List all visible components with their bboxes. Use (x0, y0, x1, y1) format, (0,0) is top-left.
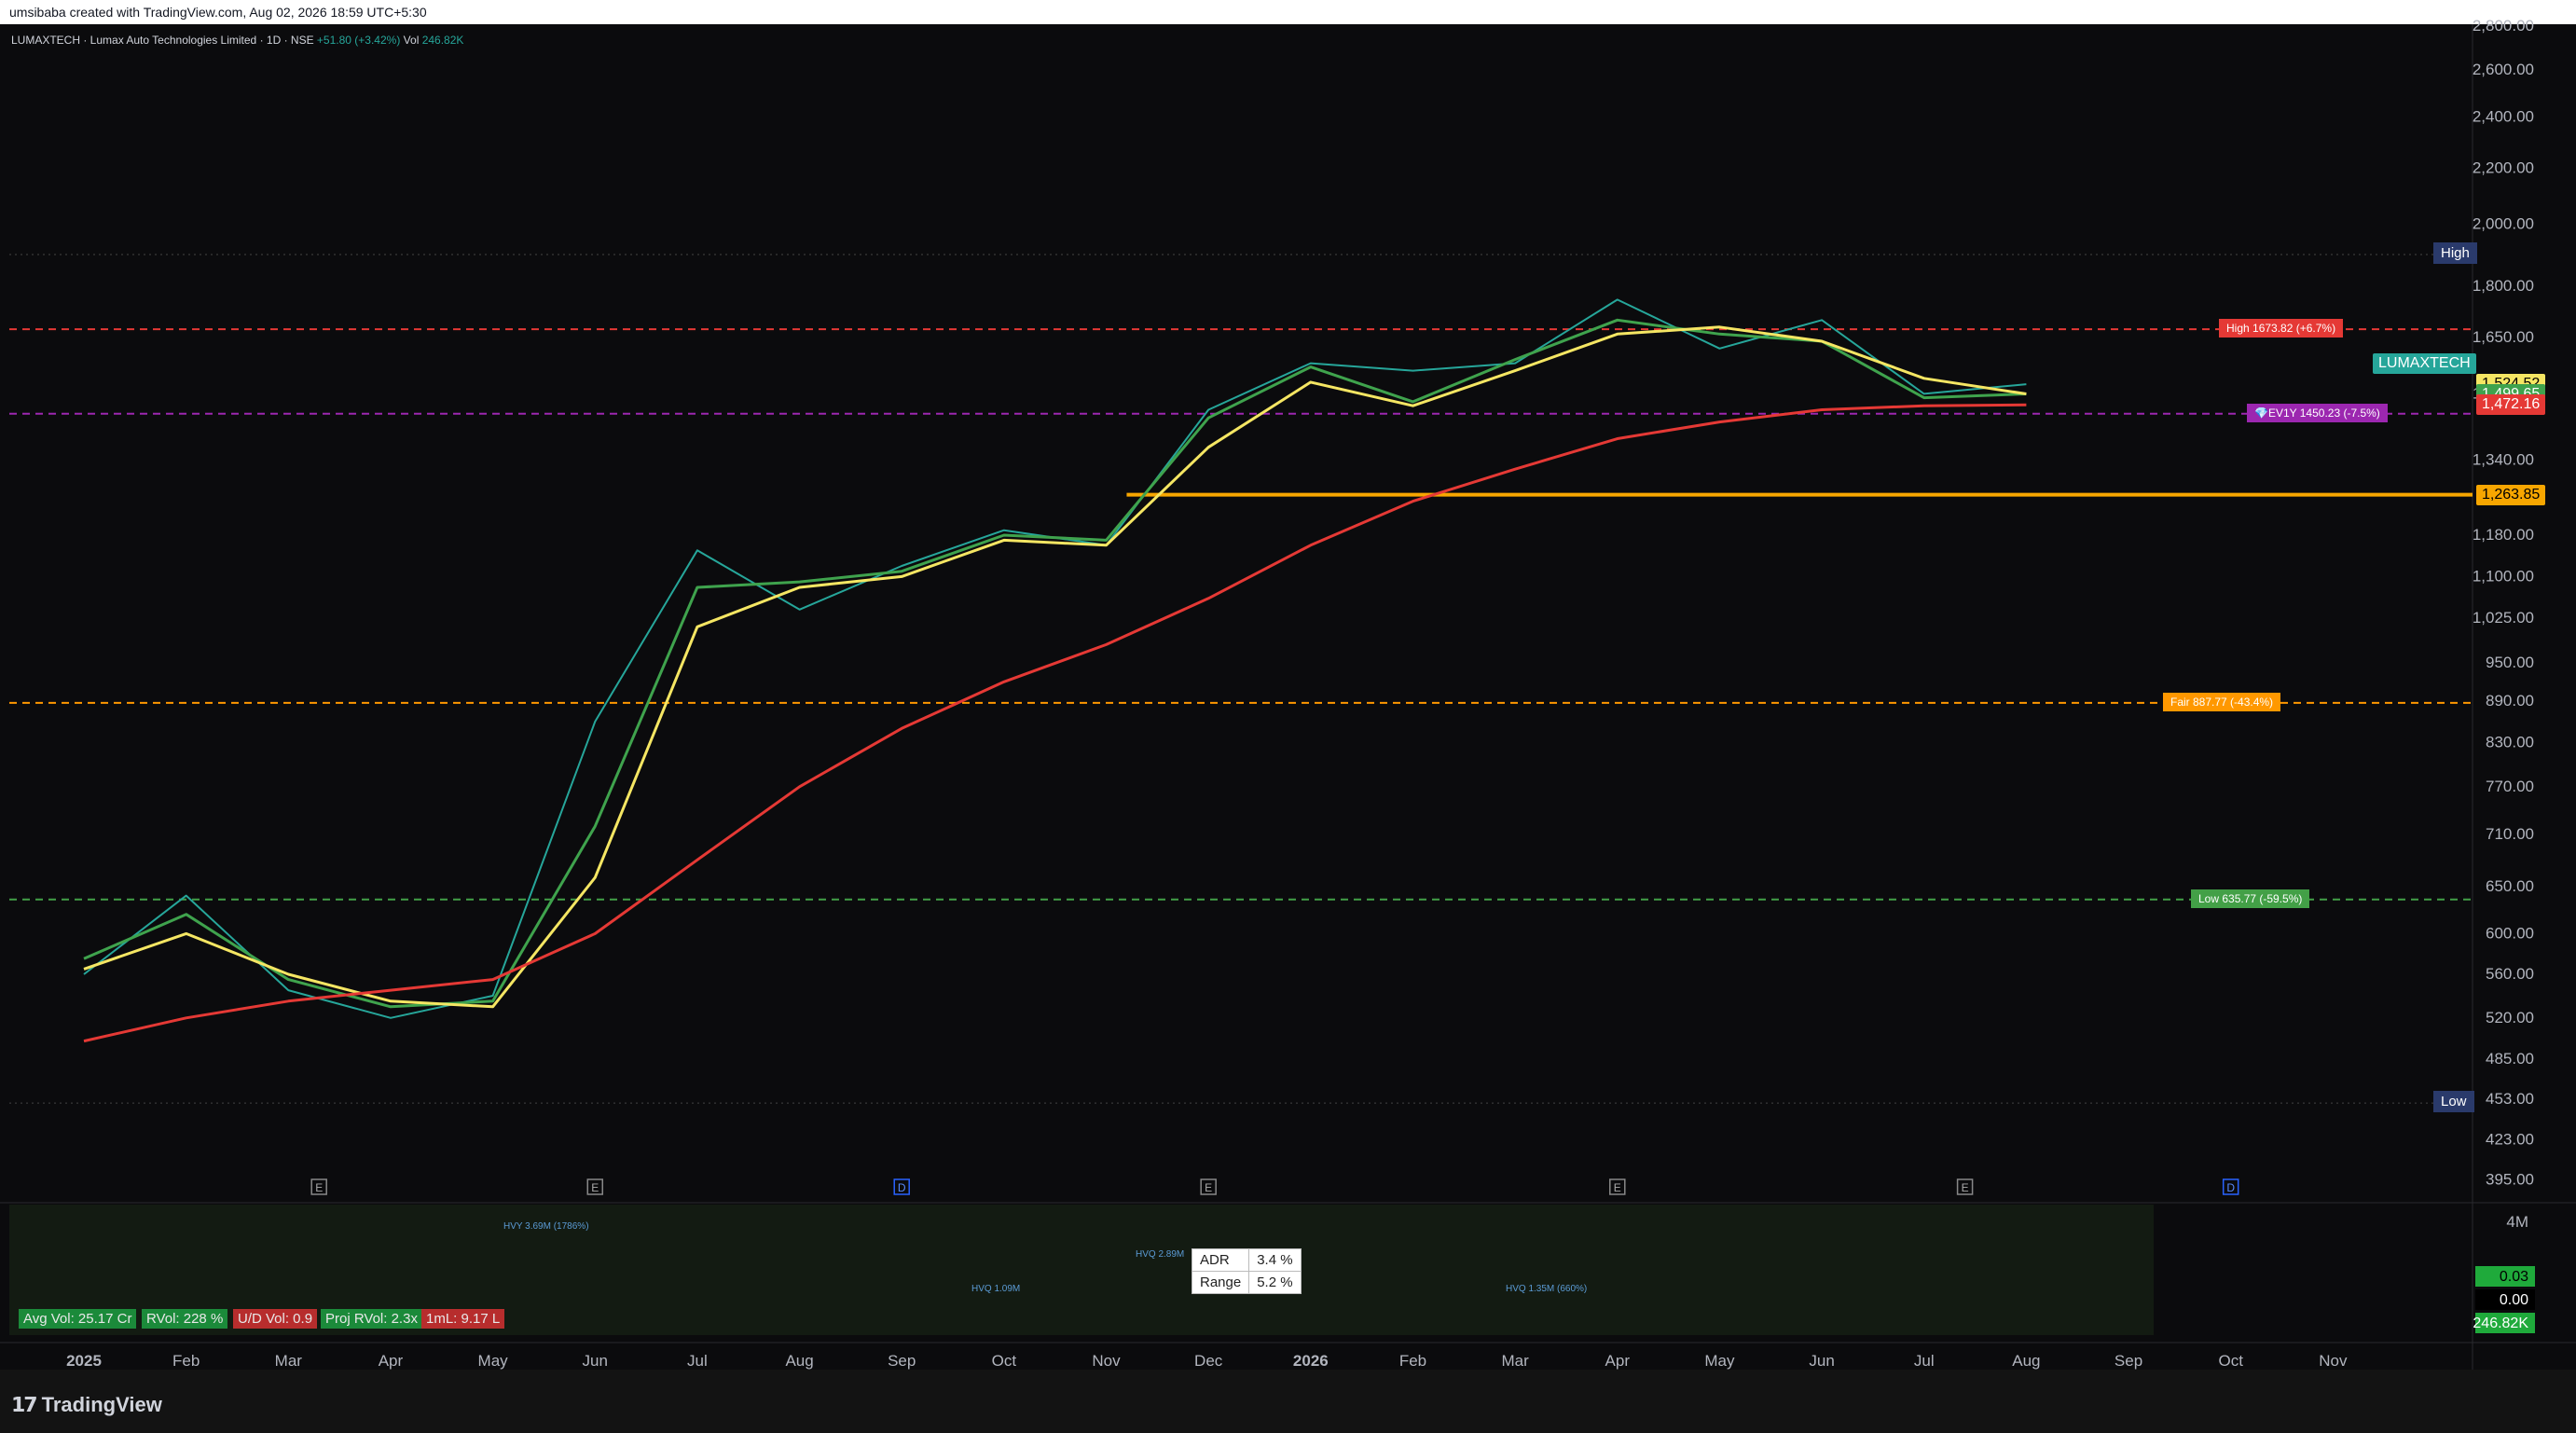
footer-bar (0, 1370, 2576, 1433)
series-slow-ma-line (83, 403, 2027, 1043)
x-tick-label: 2025 (66, 1352, 102, 1370)
earnings-marker-label: E (1614, 1181, 1621, 1194)
y-tick-label: 1,340.00 (2473, 451, 2534, 469)
hvy-label: HVY 3.69M (1786%) (503, 1221, 589, 1232)
price-tag: 1,263.85 (2476, 484, 2546, 505)
y-tick-label: 2,800.00 (2473, 17, 2534, 34)
adr-value: 3.4 % (1248, 1248, 1302, 1272)
y-tick-label: 1,800.00 (2473, 277, 2534, 295)
earnings-marker-label: E (315, 1181, 323, 1194)
adr-table: ADR 3.4 % Range 5.2 % (1191, 1248, 1302, 1294)
earnings-marker-label: D (2226, 1181, 2235, 1194)
x-tick-label: Nov (1092, 1352, 1121, 1370)
x-tick-label: Dec (1194, 1352, 1223, 1370)
earnings-marker-label: E (1962, 1181, 1969, 1194)
x-tick-label: Jul (1914, 1352, 1935, 1370)
y-tick-label: 2,400.00 (2473, 107, 2534, 125)
earnings-marker-label: E (591, 1181, 599, 1194)
y-tick-label: 600.00 (2486, 924, 2534, 942)
x-tick-label: May (478, 1352, 509, 1370)
brand-name: TradingView (41, 1393, 162, 1416)
high-52w-flag: High 1673.82 (+6.7%) (2219, 319, 2344, 338)
y-tick-label: 2,000.00 (2473, 215, 2534, 233)
y-tick-label: 830.00 (2486, 733, 2534, 751)
price-chart[interactable]: 2,800.00 2,600.00 2,400.00 2,200.00 2,000.00… (0, 0, 2576, 1433)
volume-value: 246.82K (421, 34, 464, 47)
volume-axis-tick: 4M (2506, 1213, 2528, 1231)
symbol-line: LUMAXTECH · Lumax Auto Technologies Limi… (11, 34, 314, 47)
all-time-low-marker: Low (2433, 1091, 2474, 1113)
all-time-high-marker: High (2433, 242, 2477, 265)
y-tick-label: 650.00 (2486, 877, 2534, 895)
volume-value-tag-label: 0.03 (2500, 1269, 2528, 1285)
y-tick-label: 2,200.00 (2473, 158, 2534, 176)
ud-vol-stat: U/D Vol: 0.9 (233, 1309, 318, 1329)
earnings-marker-label: D (898, 1181, 906, 1194)
y-tick-label: 950.00 (2486, 654, 2534, 671)
proj-rvol-stat: Proj RVol: 2.3x (321, 1309, 422, 1329)
y-tick-label: 1,650.00 (2473, 328, 2534, 346)
y-tick-label: 2,600.00 (2473, 61, 2534, 78)
y-tick-label: 1,180.00 (2473, 526, 2534, 544)
x-tick-label: Jun (583, 1352, 608, 1370)
low-52w-flag: Low 635.77 (-59.5%) (2191, 889, 2310, 908)
x-tick-label: Apr (1605, 1352, 1631, 1370)
rvol-stat: RVol: 228 % (142, 1309, 228, 1329)
x-tick-label: Oct (992, 1352, 1017, 1370)
y-tick-label: 770.00 (2486, 778, 2534, 795)
x-tick-label: Mar (275, 1352, 303, 1370)
y-tick-label: 1,100.00 (2473, 567, 2534, 585)
x-tick-label: Sep (2115, 1352, 2142, 1370)
x-tick-label: 2026 (1293, 1352, 1329, 1370)
volume-value-tag-label: 0.00 (2500, 1292, 2528, 1308)
range-label: Range (1191, 1271, 1250, 1294)
y-tick-label: 890.00 (2486, 692, 2534, 710)
price-tag: LUMAXTECH (2373, 352, 2476, 374)
x-tick-label: Mar (1501, 1352, 1529, 1370)
ev1y-flag: 💎EV1Y 1450.23 (-7.5%) (2247, 403, 2388, 422)
x-tick-label: Apr (379, 1352, 404, 1370)
y-tick-label: 453.00 (2486, 1090, 2534, 1108)
hvy-label: HVQ 2.89M (1136, 1249, 1184, 1260)
symbol-legend: LUMAXTECH · Lumax Auto Technologies Limi… (11, 34, 463, 47)
y-tick-label: 1,025.00 (2473, 609, 2534, 627)
one-ml-stat: 1mL: 9.17 L (421, 1309, 505, 1329)
series-mid-ma-line (83, 325, 2027, 1009)
earnings-marker-label: E (1205, 1181, 1212, 1194)
x-tick-label: Nov (2319, 1352, 2348, 1370)
series-price-line (83, 298, 2027, 1019)
adr-label: ADR (1191, 1248, 1250, 1272)
y-tick-label: 423.00 (2486, 1130, 2534, 1148)
avg-vol-stat: Avg Vol: 25.17 Cr (19, 1309, 137, 1329)
y-tick-label: 395.00 (2486, 1171, 2534, 1189)
y-tick-label: 520.00 (2486, 1009, 2534, 1027)
tradingview-logo-icon: 𝟭𝟳 (11, 1393, 38, 1416)
x-tick-label: Oct (2218, 1352, 2243, 1370)
x-tick-label: Feb (172, 1352, 200, 1370)
x-tick-label: Sep (888, 1352, 916, 1370)
hvy-label: HVQ 1.09M (971, 1284, 1020, 1294)
hvy-label: HVQ 1.35M (660%) (1506, 1284, 1587, 1294)
fair-flag: Fair 887.77 (-43.4%) (2163, 692, 2281, 711)
volume-value-tag-label: 246.82K (2473, 1316, 2528, 1331)
y-tick-label: 560.00 (2486, 965, 2534, 983)
price-change: +51.80 (+3.42%) (316, 34, 401, 47)
y-tick-label: 485.00 (2486, 1050, 2534, 1068)
x-tick-label: Jul (687, 1352, 708, 1370)
x-tick-label: Aug (2012, 1352, 2040, 1370)
x-tick-label: Aug (785, 1352, 813, 1370)
x-tick-label: Feb (1399, 1352, 1426, 1370)
y-tick-label: 710.00 (2486, 825, 2534, 843)
price-tag: 1,472.16 (2476, 394, 2546, 416)
x-tick-label: May (1704, 1352, 1735, 1370)
range-value: 5.2 % (1248, 1271, 1302, 1294)
x-tick-label: Jun (1809, 1352, 1834, 1370)
brand[interactable]: 𝟭𝟳 TradingView (11, 1393, 162, 1417)
volume-label: Vol (403, 34, 420, 47)
